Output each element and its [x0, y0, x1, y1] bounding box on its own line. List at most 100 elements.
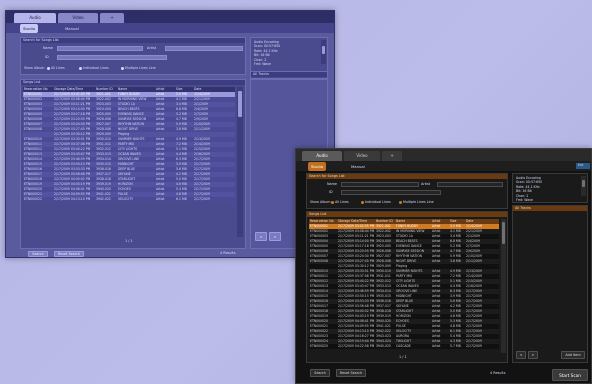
table-cell: 2/17/2009 — [466, 344, 482, 348]
songs-scrollbar[interactable] — [501, 219, 506, 353]
start-scan-button[interactable]: Start Scan — [552, 369, 588, 381]
radio-individual-lines[interactable]: Individual Lines — [79, 66, 109, 71]
radio-dot-icon — [399, 200, 402, 204]
id-field[interactable] — [57, 55, 167, 60]
show-album-label: Show Album — [24, 66, 45, 70]
search-panel-header: Search for Songs List — [307, 174, 507, 179]
tab-video[interactable]: Video — [58, 13, 98, 23]
info-scrollbar[interactable] — [581, 176, 586, 196]
subtab-manual[interactable]: Manual — [348, 162, 368, 171]
manual-label: Manual — [65, 26, 79, 31]
info-panel: Audio Encoding Scan: 00:57:650 Rate: 44.1 … — [512, 173, 588, 203]
scroll-thumb[interactable] — [582, 180, 585, 187]
id-label: ID — [329, 190, 333, 194]
table-row[interactable]: ETN000025 2/17/2009 04:22:58 PM 3945-025 CA… — [309, 344, 499, 349]
tab-add[interactable]: + — [100, 13, 124, 23]
table-cell: ETN000025 — [310, 344, 328, 348]
radio-multiple-lines[interactable]: Multiple Lines Line — [121, 66, 156, 71]
tracks-header-label: All Tracks — [251, 72, 327, 77]
table-cell: 2/17/2009 04:13:10 PM — [54, 197, 91, 201]
songs-scrollbar[interactable] — [237, 87, 243, 237]
ext-label: Ext — [578, 163, 584, 167]
info-text: Audio Encoding Scan: 00:57:650 Rate: 44.1 … — [516, 176, 578, 203]
scroll-thumb[interactable] — [238, 91, 242, 117]
next-button[interactable]: > — [528, 351, 538, 359]
scroll-thumb[interactable] — [502, 222, 505, 244]
page-indicator: 1 / 1 — [125, 239, 133, 243]
results-count: 4 Results — [220, 251, 236, 255]
table-cell: Artist — [432, 344, 441, 348]
table-cell: CASCADE — [396, 344, 411, 348]
id-field[interactable] — [341, 190, 441, 195]
table-cell: ETN000022 — [24, 197, 42, 201]
search-panel: Search for Songs List Name Artist ID Sho… — [20, 37, 246, 75]
reset-search-button[interactable]: Reset Search — [336, 369, 366, 377]
radio-label: All Lines — [335, 200, 349, 204]
studio-label: Studio — [23, 26, 36, 31]
search-panel: Search for Songs List Name Artist ID Sho… — [306, 173, 508, 209]
subtab-manual[interactable]: Manual — [62, 24, 82, 33]
tab-bar: Audio Video + — [296, 149, 591, 161]
tab-add[interactable]: + — [382, 151, 402, 161]
studio-label: Studio — [311, 164, 324, 169]
radio-dot-icon — [121, 66, 124, 70]
table-cell: 6.1 MB — [176, 197, 187, 201]
artist-field[interactable] — [437, 182, 503, 187]
songs-grid: Reservation No Storage Date/Time Number ID… — [23, 87, 235, 237]
reset-search-button[interactable]: Reset Search — [54, 251, 84, 257]
info-scrollbar[interactable] — [321, 40, 326, 64]
tracks-panel: All Tracks < > Add Item — [512, 205, 588, 363]
table-cell: 3945-025 — [376, 344, 391, 348]
search-button[interactable]: Search — [310, 369, 330, 377]
songs-grid: Reservation No Storage Date/Time Number ID… — [309, 219, 499, 353]
radio-all-lines[interactable]: All Lines — [331, 200, 349, 205]
table-cell: Artist — [156, 197, 165, 201]
tab-video[interactable]: Video — [344, 151, 380, 161]
prev-button[interactable]: < — [516, 351, 526, 359]
radio-label: Multiple Lines Line — [125, 66, 156, 70]
artist-label: Artist — [147, 46, 157, 50]
subtab-bar: Studio Manual Ext — [296, 161, 591, 171]
add-item-button[interactable]: Add Item — [561, 351, 585, 359]
radio-individual-lines[interactable]: Individual Lines — [361, 200, 391, 205]
radio-dot-icon — [79, 66, 82, 70]
prev-button[interactable]: < — [255, 232, 267, 241]
table-cell: VELOCITY — [118, 197, 133, 201]
name-label: Name — [43, 46, 54, 50]
tab-audio[interactable]: Audio — [14, 13, 56, 23]
table-cell: 5.7 MB — [450, 344, 461, 348]
songs-list-header: Songs List — [307, 212, 507, 217]
name-field[interactable] — [57, 46, 143, 51]
subtab-studio[interactable]: Studio — [20, 24, 39, 33]
subtab-studio[interactable]: Studio — [308, 162, 327, 171]
songs-list-header: Songs List — [21, 80, 245, 85]
scroll-thumb[interactable] — [322, 46, 325, 54]
table-row[interactable]: ETN000022 2/17/2009 04:13:10 PM 3942-022 VE… — [23, 197, 235, 202]
artist-field[interactable] — [165, 46, 243, 51]
info-line: Fmt: Wave — [254, 62, 272, 67]
radio-label: Individual Lines — [365, 200, 391, 204]
manual-label: Manual — [351, 164, 365, 169]
radio-label: Individual Lines — [83, 66, 109, 70]
table-cell: 2/17/2009 04:22:58 PM — [338, 344, 375, 348]
ext-button[interactable]: Ext — [576, 163, 590, 169]
subtab-bar: Studio Manual — [6, 23, 334, 33]
radio-label: Multiple Lines Line — [403, 200, 434, 204]
audio-manager-window-blue: Audio Video + Studio Manual Search for S… — [5, 10, 335, 258]
tab-audio[interactable]: Audio — [302, 151, 342, 161]
id-label: ID — [45, 55, 49, 59]
results-count: 4 Results — [490, 371, 506, 375]
songs-list-panel: Songs List Reservation No Storage Date/Ti… — [306, 211, 508, 363]
tab-bar: Audio Video + — [6, 11, 334, 23]
search-panel-header: Search for Songs List — [21, 38, 245, 43]
page-indicator: 1 / 1 — [399, 355, 407, 359]
radio-all-lines[interactable]: All Lines — [47, 66, 65, 71]
radio-multiple-lines[interactable]: Multiple Lines Line — [399, 200, 434, 205]
radio-dot-icon — [47, 66, 50, 70]
search-button[interactable]: Search — [28, 251, 48, 257]
tracks-header-label: All Tracks — [513, 206, 587, 211]
next-button[interactable]: > — [269, 232, 281, 241]
songs-list-panel: Songs List Reservation No Storage Date/Ti… — [20, 79, 246, 249]
name-field[interactable] — [341, 182, 419, 187]
radio-dot-icon — [331, 200, 334, 204]
